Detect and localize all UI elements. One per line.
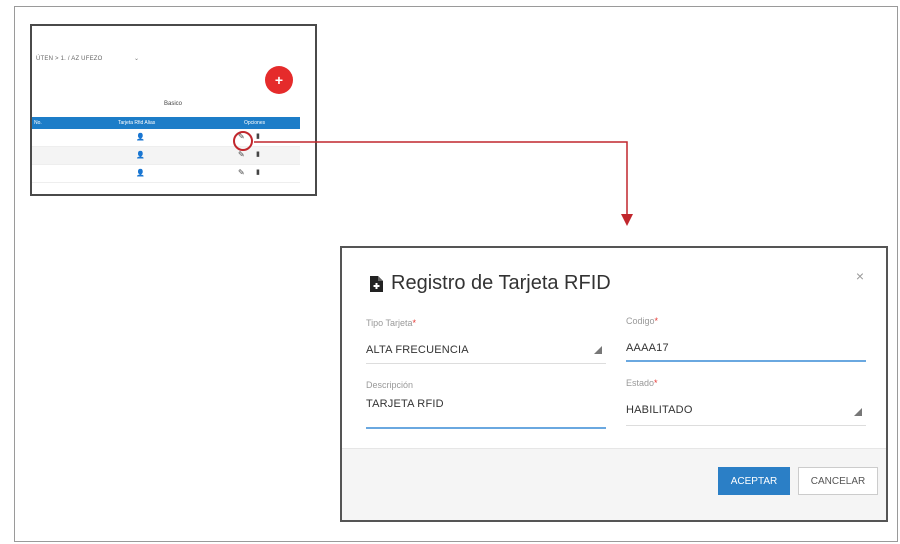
- field-label: Tipo Tarjeta*: [366, 318, 417, 328]
- accept-button[interactable]: ACEPTAR: [718, 467, 790, 495]
- field-underline: [366, 363, 606, 364]
- person-icon: 👤: [136, 170, 145, 177]
- person-icon: 👤: [136, 152, 145, 159]
- table-row: 👤 ✎ ▮: [32, 129, 300, 147]
- close-icon[interactable]: ×: [856, 268, 864, 284]
- chevron-down-icon[interactable]: ⌄: [134, 55, 139, 62]
- column-header: Opciones: [244, 120, 266, 126]
- estado-select[interactable]: Estado* HABILITADO: [626, 378, 866, 428]
- codigo-input[interactable]: Codigo* AAAA17: [626, 316, 866, 366]
- table-header: No. Tarjeta Rfid Alias Opciones: [32, 117, 300, 129]
- descripcion-input[interactable]: Descripción TARJETA RFID: [366, 380, 606, 432]
- edit-icon[interactable]: ✎: [238, 168, 245, 177]
- tipo-tarjeta-select[interactable]: Tipo Tarjeta* ALTA FRECUENCIA: [366, 318, 606, 368]
- breadcrumb: ÚTEN > 1. / AZ UFEZO: [36, 56, 103, 62]
- field-label: Descripción: [366, 380, 414, 390]
- column-header: No.: [34, 120, 42, 126]
- delete-icon[interactable]: ▮: [256, 168, 260, 176]
- field-underline: [626, 425, 866, 426]
- dropdown-arrow-icon: [854, 408, 862, 416]
- field-value: HABILITADO: [626, 404, 693, 416]
- section-caption: Basico: [164, 101, 183, 107]
- file-add-icon: [370, 275, 383, 292]
- dropdown-arrow-icon: [594, 346, 602, 354]
- highlight-circle: [233, 131, 253, 151]
- field-label: Codigo*: [626, 316, 659, 326]
- table-row: 👤 ✎ ▮: [32, 147, 300, 165]
- add-button[interactable]: +: [265, 66, 293, 94]
- field-underline: [626, 360, 866, 362]
- rfid-register-dialog: Registro de Tarjeta RFID × Tipo Tarjeta*…: [340, 246, 888, 522]
- field-value: ALTA FRECUENCIA: [366, 344, 469, 356]
- field-value: TARJETA RFID: [366, 398, 444, 410]
- dialog-title-text: Registro de Tarjeta RFID: [391, 272, 611, 294]
- dialog-title: Registro de Tarjeta RFID: [370, 272, 611, 295]
- field-underline: [366, 427, 606, 429]
- cards-table: No. Tarjeta Rfid Alias Opciones 👤 ✎ ▮ 👤 …: [32, 117, 300, 183]
- person-icon: 👤: [136, 134, 145, 141]
- delete-icon[interactable]: ▮: [256, 132, 260, 140]
- edit-icon[interactable]: ✎: [238, 150, 245, 159]
- column-header: Tarjeta Rfid Alias: [118, 120, 156, 126]
- table-row: 👤 ✎ ▮: [32, 165, 300, 183]
- list-screen-thumbnail: ÚTEN > 1. / AZ UFEZO ⌄ + Basico No. Tarj…: [30, 24, 317, 196]
- dialog-footer: ACEPTAR CANCELAR: [342, 448, 886, 520]
- field-value: AAAA17: [626, 342, 669, 354]
- field-label: Estado*: [626, 378, 658, 388]
- delete-icon[interactable]: ▮: [256, 150, 260, 158]
- cancel-button[interactable]: CANCELAR: [798, 467, 878, 495]
